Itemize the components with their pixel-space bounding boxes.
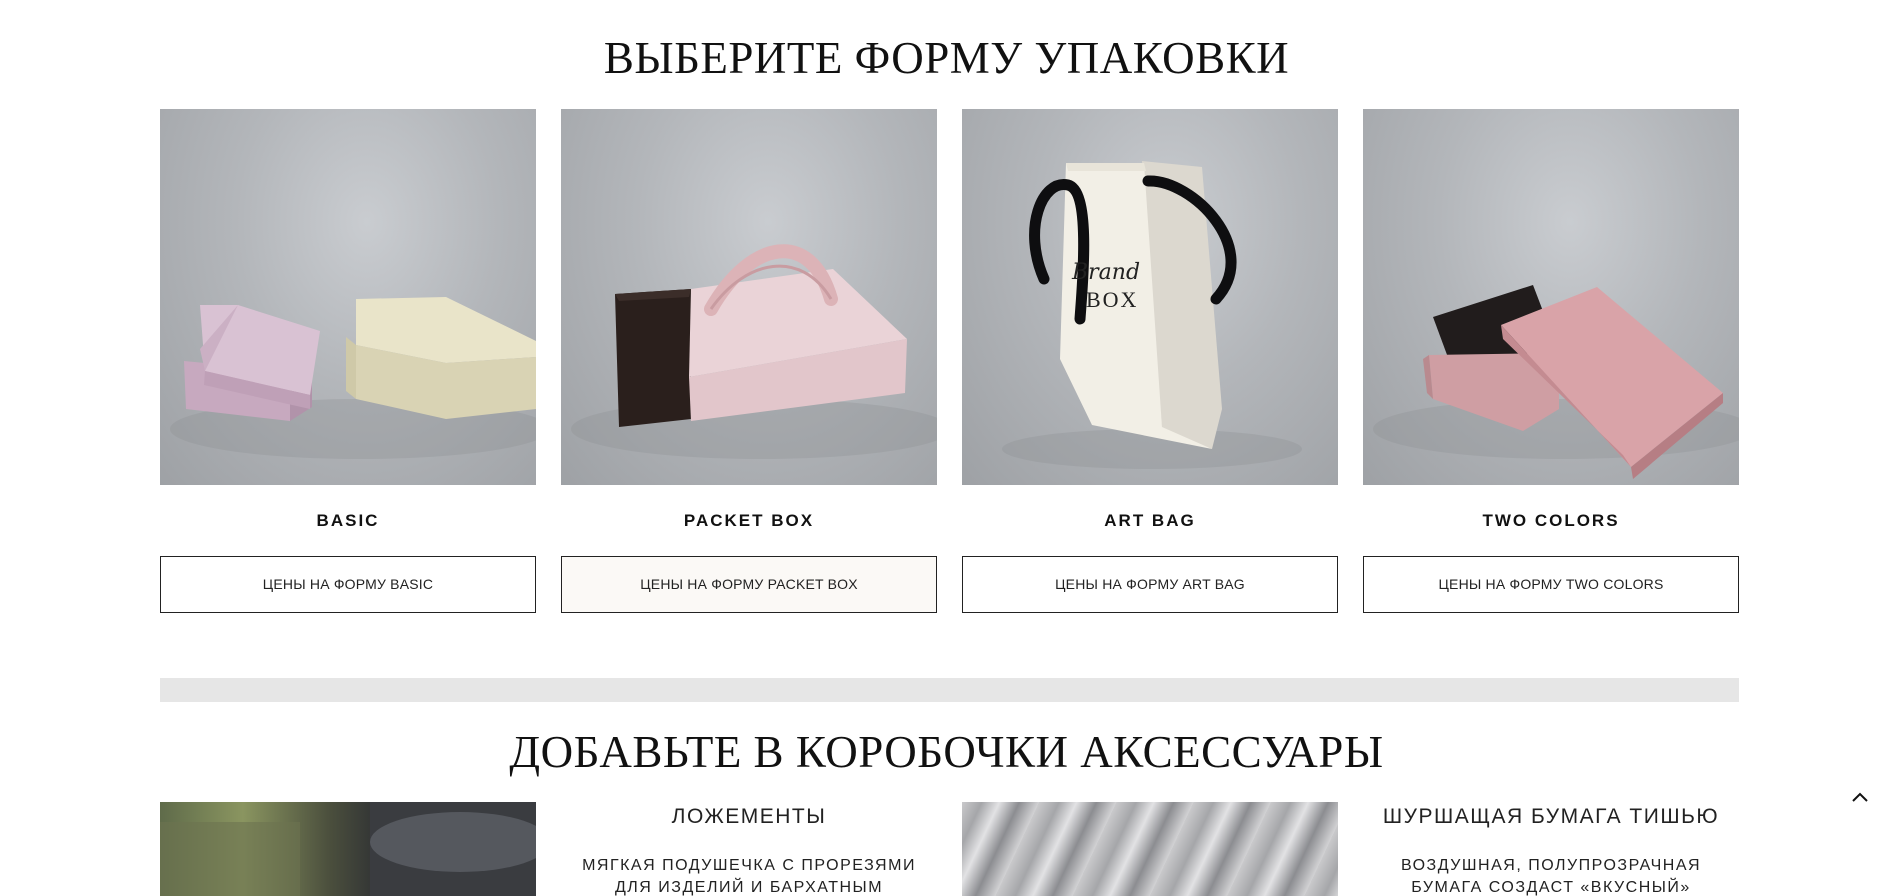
- product-name: PACKET BOX: [683, 511, 815, 530]
- prices-button-two-colors[interactable]: ЦЕНЫ НА ФОРМУ TWO COLORS: [1363, 556, 1739, 613]
- packet-box-image: [571, 244, 937, 459]
- accessory-title: ШУРШАЩАЯ БУМАГА ТИШЬЮ: [1382, 805, 1720, 828]
- prices-button-art-bag[interactable]: ЦЕНЫ НА ФОРМУ ART BAG: [962, 556, 1338, 613]
- accessory-title: ЛОЖЕМЕНТЫ: [671, 805, 827, 828]
- section-divider: [160, 678, 1739, 702]
- art-bag-image: Brand BOX: [1002, 161, 1302, 469]
- accessory-photo-inserts[interactable]: [160, 802, 536, 896]
- product-photo-packet-box[interactable]: [561, 109, 937, 485]
- product-photo-basic[interactable]: [160, 109, 536, 485]
- prices-button-packet-box[interactable]: ЦЕНЫ НА ФОРМУ PACKET BOX: [561, 556, 937, 613]
- inserts-image: [160, 802, 536, 896]
- accessory-inserts: ЛОЖЕМЕНТЫ МЯГКАЯ ПОДУШЕЧКА С ПРОРЕЗЯМИ Д…: [561, 802, 937, 896]
- scroll-to-top-button[interactable]: [1848, 786, 1872, 810]
- bag-logo-script: Brand: [1071, 260, 1140, 285]
- two-colors-image: [1373, 285, 1739, 479]
- prices-button-basic[interactable]: ЦЕНЫ НА ФОРМУ BASIC: [160, 556, 536, 613]
- product-photo-art-bag[interactable]: Brand BOX: [962, 109, 1338, 485]
- section-title-accessories: ДОБАВЬТЕ В КОРОБОЧКИ АКСЕССУАРЫ: [509, 727, 1384, 777]
- accessory-tissue-paper: ШУРШАЩАЯ БУМАГА ТИШЬЮ ВОЗДУШНАЯ, ПОЛУПРО…: [1363, 802, 1739, 896]
- product-card-art-bag: Brand BOX ART BAG ЦЕНЫ НА ФОРМУ ART BAG: [962, 109, 1338, 613]
- product-card-two-colors: TWO COLORS ЦЕНЫ НА ФОРМУ TWO COLORS: [1363, 109, 1739, 613]
- product-name: BASIC: [316, 511, 380, 530]
- product-card-packet-box: PACKET BOX ЦЕНЫ НА ФОРМУ PACKET BOX: [561, 109, 937, 613]
- product-photo-two-colors[interactable]: [1363, 109, 1739, 485]
- accessory-description: МЯГКАЯ ПОДУШЕЧКА С ПРОРЕЗЯМИ ДЛЯ ИЗДЕЛИЙ…: [582, 857, 916, 896]
- basic-boxes-image: [170, 297, 536, 459]
- accessory-description: ВОЗДУШНАЯ, ПОЛУПРОЗРАЧНАЯ БУМАГА СОЗДАСТ…: [1400, 857, 1702, 896]
- accessory-photo-tissue-paper[interactable]: [962, 802, 1338, 896]
- product-card-basic: BASIC ЦЕНЫ НА ФОРМУ BASIC: [160, 109, 536, 613]
- product-name: ART BAG: [1104, 511, 1196, 530]
- product-name: TWO COLORS: [1482, 511, 1620, 530]
- chevron-up-icon: [1852, 792, 1868, 802]
- section-title-shapes: ВЫБЕРИТЕ ФОРМУ УПАКОВКИ: [603, 33, 1290, 83]
- bag-logo-letters: BOX: [1086, 287, 1138, 312]
